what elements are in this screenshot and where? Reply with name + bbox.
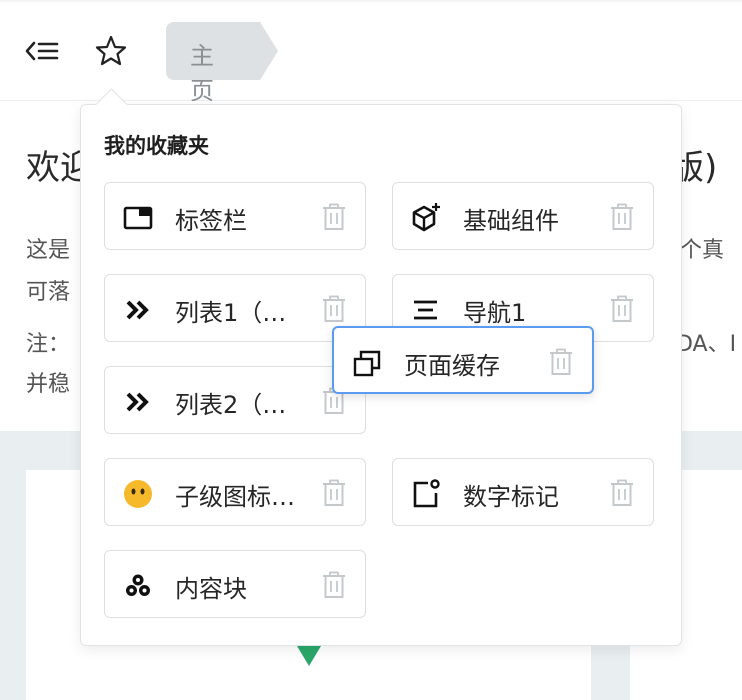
trash-icon[interactable] <box>321 295 347 323</box>
trash-icon[interactable] <box>321 203 347 231</box>
favorite-item-basic-components[interactable]: 基础组件 <box>392 182 654 250</box>
trash-icon[interactable] <box>321 571 347 599</box>
favorite-item-list1[interactable]: 列表1（… <box>104 274 366 342</box>
star-outline-icon[interactable] <box>94 34 128 68</box>
badge-square-icon <box>411 479 441 509</box>
intro-line2-left: 可落 <box>26 280 71 305</box>
top-bar: 主页 <box>0 0 742 105</box>
favorite-item-page-cache-dragging[interactable]: 页面缓存 <box>332 326 594 394</box>
favorite-label: 子级图标… <box>175 483 295 511</box>
breadcrumb-label: 主页 <box>190 42 215 105</box>
cube-plus-icon <box>411 203 441 233</box>
intro-line1-right: 个真 <box>680 238 725 263</box>
tabbar-icon <box>123 203 153 233</box>
favorite-item-child-icon[interactable]: 子级图标… <box>104 458 366 526</box>
favorite-item-content-block[interactable]: 内容块 <box>104 550 366 618</box>
double-chevron-icon <box>123 387 153 417</box>
intro-line1-left: 这是 <box>26 238 71 263</box>
stacked-windows-icon <box>352 348 382 378</box>
note-line1-right: DA、I <box>676 332 737 357</box>
trash-icon[interactable] <box>609 295 635 323</box>
favorite-item-list2[interactable]: 列表2（… <box>104 366 366 434</box>
favorite-label: 数字标记 <box>463 483 559 511</box>
favorite-label: 标签栏 <box>175 207 247 235</box>
favorite-label: 列表1（… <box>175 299 287 327</box>
favorite-label: 列表2（… <box>175 391 287 419</box>
favorite-label: 导航1 <box>463 299 527 327</box>
trash-icon[interactable] <box>321 479 347 507</box>
note-line1-left: 注： <box>26 332 71 357</box>
favorite-label: 内容块 <box>175 575 247 603</box>
trash-icon[interactable] <box>609 203 635 231</box>
top-edge <box>0 0 742 2</box>
double-chevron-icon <box>123 295 153 325</box>
menu-lines-icon <box>411 295 441 325</box>
green-indicator <box>297 646 321 666</box>
favorite-item-tabbar[interactable]: 标签栏 <box>104 182 366 250</box>
trash-icon[interactable] <box>548 348 574 376</box>
blocks-icon <box>123 571 153 601</box>
collapse-menu-icon[interactable] <box>24 36 60 66</box>
trash-icon[interactable] <box>609 479 635 507</box>
popup-title: 我的收藏夹 <box>104 134 209 158</box>
favorite-label: 页面缓存 <box>404 352 500 380</box>
favorite-label: 基础组件 <box>463 207 559 235</box>
favorite-item-number-badge[interactable]: 数字标记 <box>392 458 654 526</box>
smiley-face-icon <box>123 479 153 509</box>
note-line2-left: 并稳 <box>26 372 71 397</box>
